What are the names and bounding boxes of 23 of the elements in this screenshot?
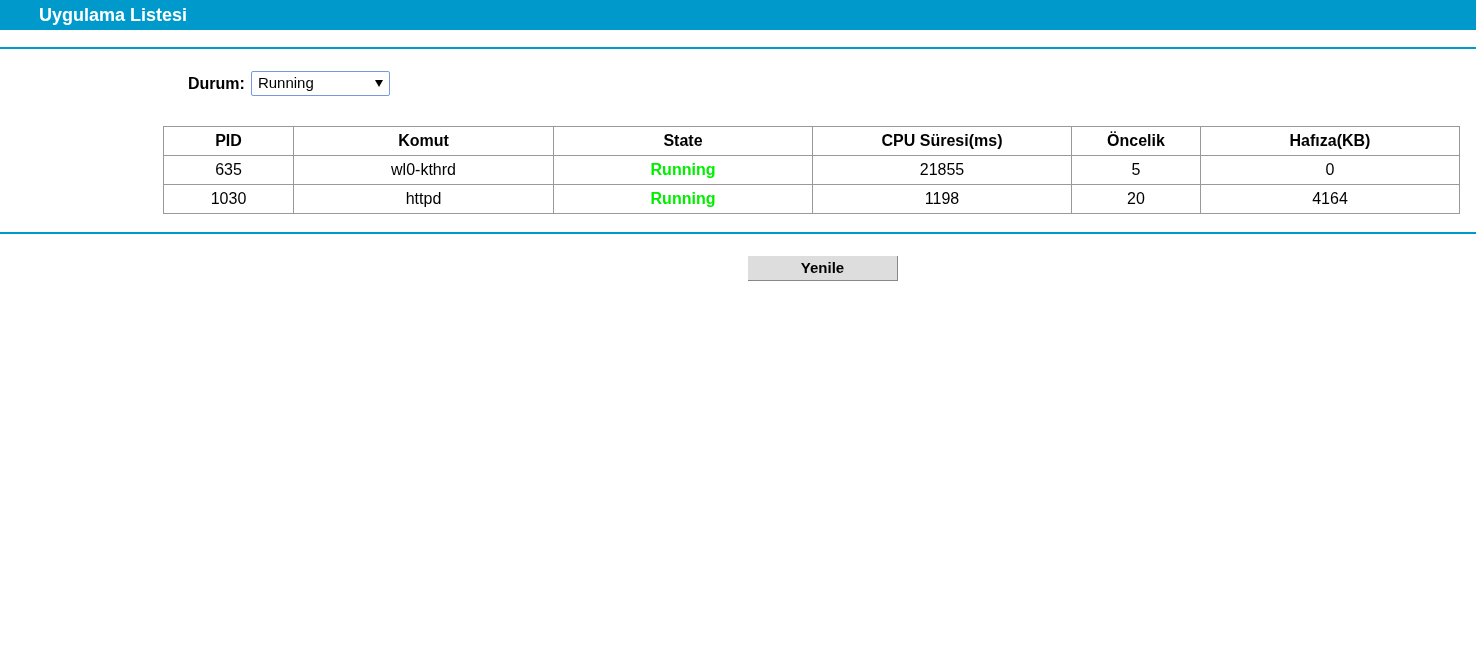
state-cell: Running — [553, 184, 813, 214]
column-header: State — [553, 126, 813, 156]
column-header: CPU Süresi(ms) — [812, 126, 1072, 156]
status-label: Durum: — [188, 73, 245, 94]
state-cell: Running — [553, 155, 813, 185]
caret-icon — [374, 80, 383, 87]
table-cell: 1030 — [163, 184, 294, 214]
table-cell: 20 — [1071, 184, 1201, 214]
table-cell: 5 — [1071, 155, 1201, 185]
table-cell: 1198 — [812, 184, 1072, 214]
table-cell: httpd — [293, 184, 554, 214]
column-header: PID — [163, 126, 294, 156]
column-header: Komut — [293, 126, 554, 156]
table-cell: wl0-kthrd — [293, 155, 554, 185]
table-cell: 21855 — [812, 155, 1072, 185]
status-dropdown[interactable]: Running — [250, 71, 390, 96]
refresh-button[interactable]: Yenile — [748, 256, 898, 281]
column-header: Öncelik — [1071, 126, 1201, 156]
table-cell: 4164 — [1200, 184, 1460, 214]
table-cell: 0 — [1200, 155, 1460, 185]
column-header: Hafıza(KB) — [1200, 126, 1460, 156]
page-title: Uygulama Listesi — [39, 3, 188, 27]
table-cell: 635 — [163, 155, 294, 185]
